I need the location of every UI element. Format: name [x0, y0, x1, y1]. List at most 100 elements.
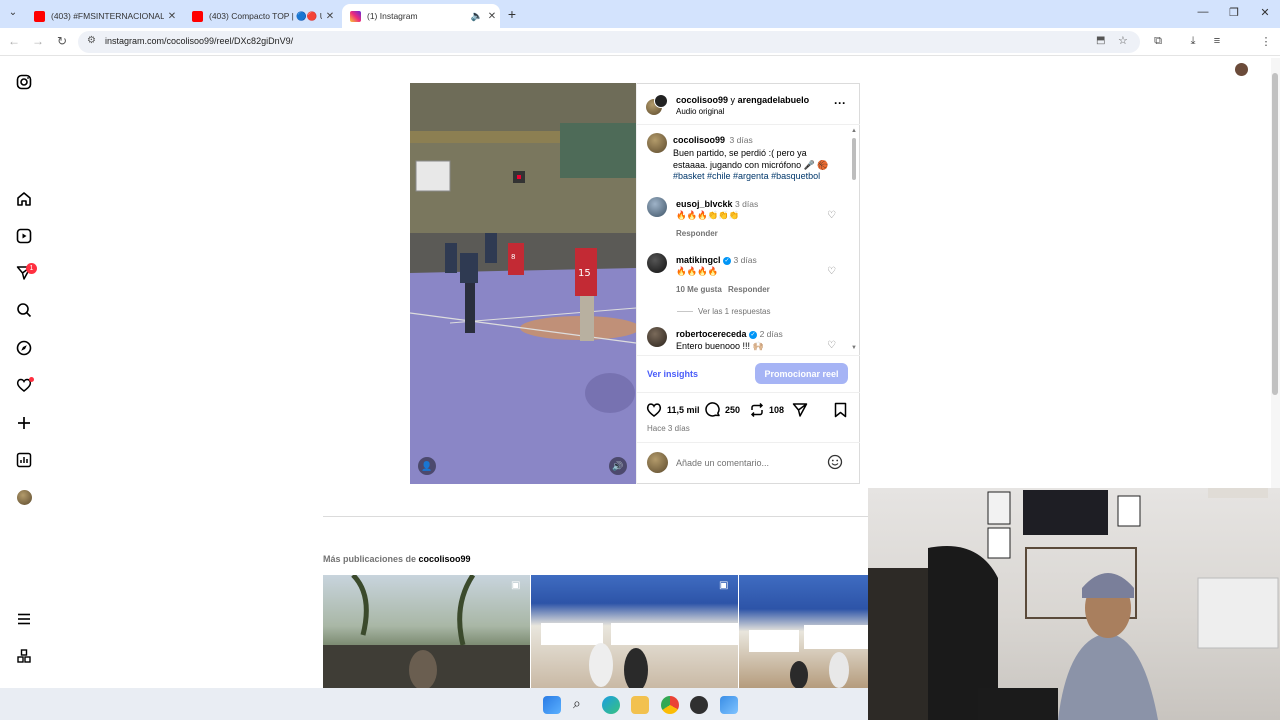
post-thumbnail[interactable]: ▣	[531, 575, 738, 688]
caption-header: cocolisoo99 3 días	[673, 135, 753, 145]
comment-icon[interactable]	[705, 402, 721, 423]
speaker-icon[interactable]: 🔈	[470, 11, 484, 22]
section-divider	[323, 516, 869, 517]
comment-user[interactable]: robertocereceda	[676, 329, 747, 339]
more-posts-user[interactable]: cocolisoo99	[419, 554, 471, 564]
more-posts-prefix: Más publicaciones de	[323, 554, 417, 564]
post-thumbnail[interactable]	[739, 575, 868, 688]
reply-link[interactable]: Responder	[676, 229, 718, 238]
tab-instagram[interactable]: (1) Instagram 🔈 ✕	[342, 4, 500, 28]
like-comment-icon[interactable]: ♡	[827, 340, 836, 351]
reels-icon[interactable]	[14, 226, 34, 246]
post-age: Hace 3 días	[647, 424, 690, 433]
save-bookmark-icon[interactable]	[834, 402, 847, 423]
audio-speaker-icon[interactable]: 🔊	[609, 457, 627, 475]
scroll-up-icon[interactable]: ▲	[851, 128, 857, 134]
like-comment-icon[interactable]: ♡	[827, 266, 836, 277]
notification-badge: 1	[26, 263, 37, 274]
emoji-icon[interactable]	[827, 454, 843, 475]
reel-video[interactable]: 15 8 👤 🔊	[410, 83, 636, 484]
view-replies-link[interactable]: Ver las 1 respuestas	[698, 307, 770, 316]
webcam-overlay	[868, 488, 1280, 720]
likes-count[interactable]: 11,5 mil	[667, 405, 700, 415]
profile-avatar[interactable]	[1235, 63, 1248, 76]
reload-icon[interactable]: ↻	[54, 34, 70, 48]
instagram-logo-icon[interactable]	[14, 72, 34, 92]
back-icon[interactable]: ←	[6, 34, 22, 48]
minimize-icon[interactable]: —	[1188, 6, 1218, 18]
palm-trees-scene	[323, 575, 530, 688]
page-scrollbar-thumb[interactable]	[1272, 73, 1278, 395]
tab-compacto[interactable]: (403) Compacto TOP | 🔵🔴 U ✕	[184, 4, 338, 28]
comments-scrollbar[interactable]	[852, 138, 856, 180]
forward-icon[interactable]: →	[30, 34, 46, 48]
more-options-icon[interactable]: ···	[834, 96, 846, 110]
post-thumbnail[interactable]: ▣	[323, 575, 530, 688]
comment-avatar[interactable]	[647, 253, 667, 273]
comment-avatar[interactable]	[647, 197, 667, 217]
header-user1[interactable]: cocolisoo99	[676, 95, 728, 105]
profile-avatar[interactable]	[17, 490, 32, 505]
extensions-icon[interactable]: ⧉	[1150, 35, 1166, 48]
tab-search-chevron-icon[interactable]: ⌄	[6, 7, 20, 21]
tagged-user-icon[interactable]: 👤	[418, 457, 436, 475]
chrome-browser-icon[interactable]	[661, 696, 679, 714]
caption-user[interactable]: cocolisoo99	[673, 135, 725, 145]
divider	[636, 392, 860, 393]
comment-user[interactable]: eusoj_blvckk	[676, 199, 733, 209]
share-icon[interactable]	[792, 402, 808, 423]
audio-label[interactable]: Audio original	[676, 107, 724, 116]
add-comment-input[interactable]: Añade un comentario...	[676, 458, 769, 468]
like-icon[interactable]	[646, 402, 662, 422]
reply-link[interactable]: Responder	[728, 285, 770, 294]
close-tab-icon[interactable]: ✕	[484, 11, 500, 22]
reposts-count[interactable]: 108	[769, 405, 784, 415]
home-icon[interactable]	[14, 189, 34, 209]
search-icon[interactable]	[14, 300, 34, 320]
tab-fms[interactable]: (403) #FMSINTERNACIONAL 2024 ✕	[26, 4, 180, 28]
new-tab-icon[interactable]: +	[504, 6, 520, 22]
address-bar[interactable]: ⚙ instagram.com/cocolisoo99/reel/DXc82gi…	[78, 31, 1140, 53]
download-icon[interactable]: ⤓	[1185, 35, 1201, 48]
taskbar-search-icon[interactable]: ⌕	[573, 695, 581, 712]
close-window-icon[interactable]: ✕	[1250, 6, 1280, 19]
bookmark-star-icon[interactable]: ☆	[1118, 34, 1128, 47]
like-comment-icon[interactable]: ♡	[827, 210, 836, 221]
file-explorer-icon[interactable]	[631, 696, 649, 714]
comment-avatar[interactable]	[647, 327, 667, 347]
close-tab-icon[interactable]: ✕	[322, 11, 338, 22]
create-plus-icon[interactable]	[14, 413, 34, 433]
comment-user[interactable]: matikingcl	[676, 255, 721, 265]
comments-count[interactable]: 250	[725, 405, 740, 415]
comment-header: robertocereceda ✓ 2 días	[676, 329, 783, 339]
instagram-favicon-icon	[350, 10, 361, 22]
install-app-icon[interactable]: ⬒	[1096, 35, 1105, 46]
close-tab-icon[interactable]: ✕	[164, 11, 180, 22]
also-from-meta-icon[interactable]	[14, 646, 34, 666]
dashboard-icon[interactable]	[14, 450, 34, 470]
explore-compass-icon[interactable]	[14, 338, 34, 358]
promote-reel-button[interactable]: Promocionar reel	[755, 363, 848, 384]
more-menu-icon[interactable]	[14, 609, 34, 629]
menu-kebab-icon[interactable]: ⋮	[1258, 35, 1274, 48]
windows-start-icon[interactable]	[543, 696, 561, 714]
header-user2[interactable]: arengadelabuelo	[738, 95, 810, 105]
edge-browser-icon[interactable]	[602, 696, 620, 714]
site-info-icon[interactable]: ⚙	[87, 35, 96, 46]
scroll-down-icon[interactable]: ▼	[851, 345, 857, 351]
svg-text:15: 15	[578, 268, 591, 279]
restore-icon[interactable]: ❐	[1219, 6, 1249, 19]
caption-avatar[interactable]	[647, 133, 667, 153]
obs-app-icon[interactable]	[690, 696, 708, 714]
caption-time: 3 días	[729, 135, 753, 145]
collab-avatar-2[interactable]	[654, 94, 668, 108]
view-insights-link[interactable]: Ver insights	[647, 369, 698, 379]
repost-icon[interactable]	[749, 402, 765, 423]
divider	[636, 124, 860, 125]
caption-hashtags[interactable]: #basket #chile #argenta #basquetbol	[673, 171, 820, 181]
photos-app-icon[interactable]	[720, 696, 738, 714]
media-controls-icon[interactable]: ≡	[1209, 35, 1225, 47]
youtube-icon	[34, 10, 45, 22]
comment-likes[interactable]: 10 Me gusta	[676, 285, 722, 294]
reel-badge-icon: ▣	[511, 580, 521, 591]
